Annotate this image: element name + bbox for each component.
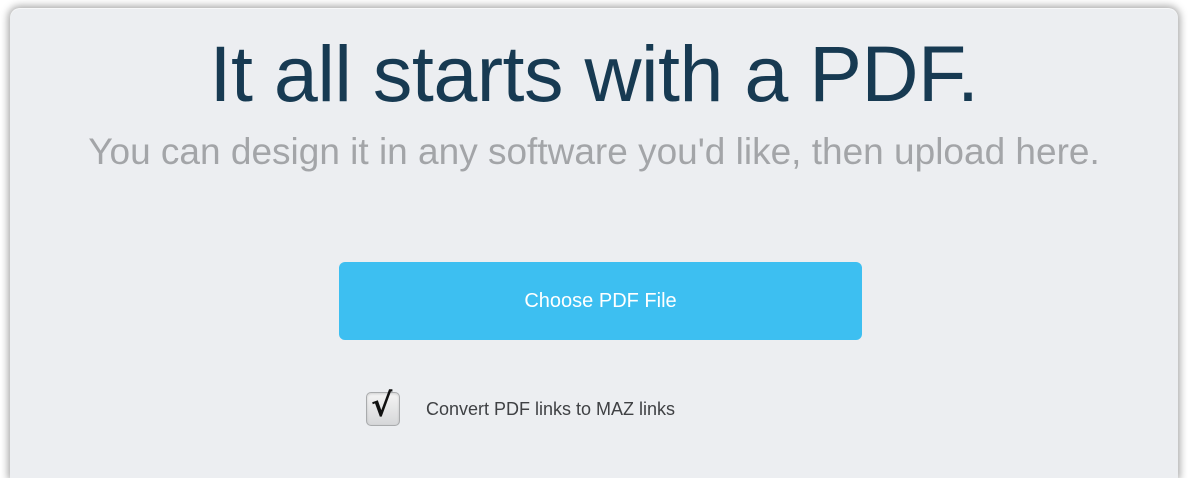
convert-links-checkbox[interactable]: √ (366, 387, 400, 426)
window-frame: It all starts with a PDF. You can design… (0, 0, 1188, 478)
choose-pdf-file-button[interactable]: Choose PDF File (339, 262, 862, 340)
page-subtitle: You can design it in any software you'd … (88, 131, 1100, 172)
convert-links-option[interactable]: √ Convert PDF links to MAZ links (366, 387, 675, 427)
page-title: It all starts with a PDF. (209, 29, 979, 118)
checkmark-icon: √ (371, 386, 393, 424)
convert-links-label[interactable]: Convert PDF links to MAZ links (426, 399, 675, 420)
